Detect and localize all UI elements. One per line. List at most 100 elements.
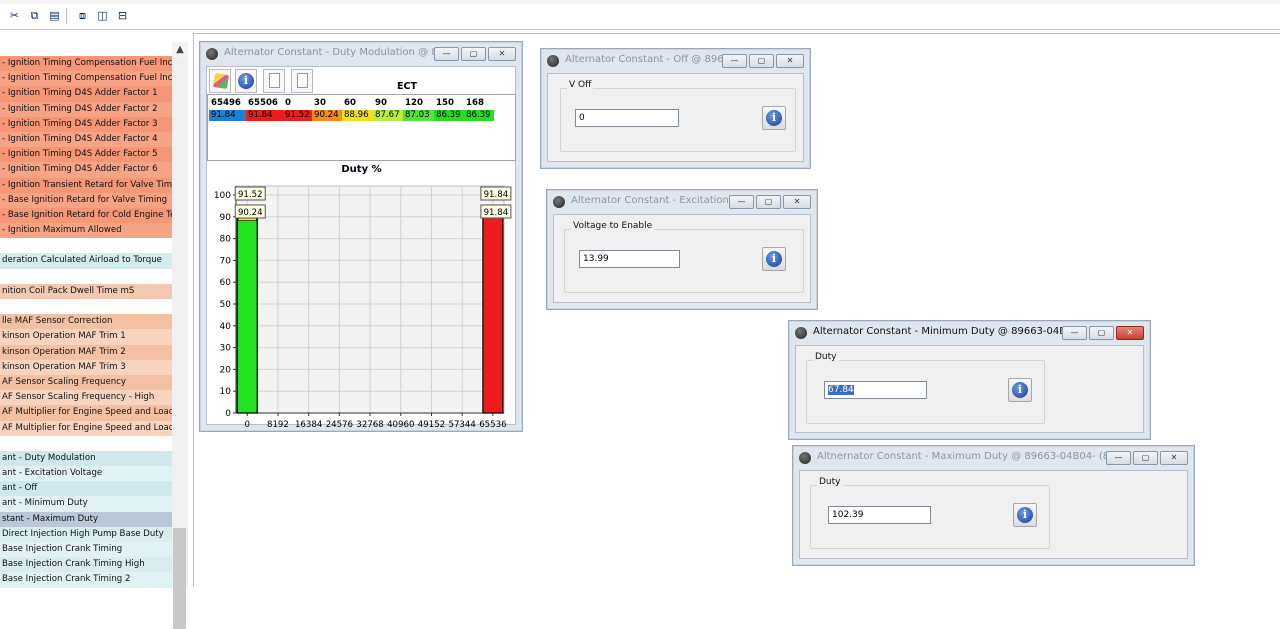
list-item[interactable]: nition Coil Pack Dwell Time mS: [0, 283, 172, 299]
list-item[interactable]: ant - Excitation Voltage: [0, 466, 172, 482]
info-button[interactable]: i: [1008, 378, 1032, 402]
main-toolbar: ✂ ⧉ ▤ ⧈ ◫ ⊟: [0, 0, 1280, 30]
window-duty-modulation[interactable]: Alternator Constant - Duty Modulation @ …: [199, 41, 523, 432]
list-item[interactable]: - Ignition Timing Compensation Fuel Incr…: [0, 71, 172, 87]
copy-page-button[interactable]: [263, 69, 285, 93]
minimize-button[interactable]: —: [729, 195, 754, 209]
table-header-cell: 65496: [211, 98, 241, 108]
toolbar-separator: [66, 8, 67, 24]
info-button[interactable]: i: [762, 247, 786, 271]
tile-vertical-icon[interactable]: ◫: [96, 9, 109, 22]
minimize-button[interactable]: —: [1062, 326, 1087, 340]
title-bar[interactable]: Alternator Constant - Duty Modulation @ …: [200, 42, 522, 66]
list-item[interactable]: deration Calculated Airload to Torque: [0, 253, 172, 269]
table-value-cell[interactable]: 90.24: [312, 110, 342, 121]
list-item[interactable]: Base Injection Crank Timing: [0, 542, 172, 558]
list-item[interactable]: - Base Ignition Retard for Cold Engine T…: [0, 207, 172, 224]
info-button[interactable]: i: [235, 69, 257, 93]
list-item[interactable]: kinson Operation MAF Trim 3: [0, 359, 172, 375]
window-off[interactable]: Alternator Constant - Off @ 896... — ▢ ✕…: [540, 48, 811, 169]
maximum-duty-field[interactable]: 102.39: [828, 506, 931, 524]
y-tick-label: 50: [220, 300, 232, 310]
paste-page-button[interactable]: [291, 69, 313, 93]
window-minimum-duty[interactable]: Alternator Constant - Minimum Duty @ 896…: [788, 320, 1151, 440]
table-value-cell[interactable]: 87.67: [373, 110, 403, 121]
list-item[interactable]: Base Injection Crank Timing 2: [0, 572, 172, 588]
table-value-cell[interactable]: 86.39: [434, 110, 464, 121]
list-item[interactable]: AF Multiplier for Engine Speed and Load: [0, 405, 172, 421]
window-controls: — ▢ ✕: [1106, 451, 1188, 465]
list-item[interactable]: Direct Injection High Pump Base Duty: [0, 526, 172, 542]
list-item[interactable]: - Base Ignition Retard for Valve Timing: [0, 192, 172, 208]
table-value-cell[interactable]: 91.84: [209, 110, 246, 121]
list-item[interactable]: AF Sensor Scaling Frequency: [0, 374, 172, 391]
list-item[interactable]: ant - Duty Modulation: [0, 450, 172, 467]
scroll-up-icon[interactable]: ▲: [172, 42, 188, 58]
voltage-to-enable-field[interactable]: 13.99: [579, 250, 680, 268]
window-maximum-duty[interactable]: Altnernator Constant - Maximum Duty @ 89…: [792, 445, 1195, 566]
copy-icon[interactable]: ⧉: [28, 9, 41, 22]
list-item[interactable]: - Ignition Timing D4S Adder Factor 1: [0, 86, 172, 102]
title-bar[interactable]: Altnernator Constant - Maximum Duty @ 89…: [793, 446, 1194, 470]
list-item[interactable]: - Ignition Timing D4S Adder Factor 4: [0, 131, 172, 148]
value-group: Duty 67.84 i: [806, 352, 1045, 424]
group-label: Voltage to Enable: [571, 221, 655, 231]
minimum-duty-field[interactable]: 67.84: [824, 381, 927, 399]
list-item[interactable]: kinson Operation MAF Trim 2: [0, 344, 172, 360]
edit-button[interactable]: [209, 69, 231, 93]
list-item[interactable]: - Ignition Timing D4S Adder Factor 2: [0, 101, 172, 117]
list-item[interactable]: - Ignition Timing D4S Adder Factor 3: [0, 116, 172, 132]
close-button[interactable]: ✕: [776, 54, 804, 68]
list-item[interactable]: - Ignition Transient Retard for Valve Ti…: [0, 177, 172, 193]
close-button[interactable]: ✕: [488, 47, 516, 61]
close-button[interactable]: ✕: [1160, 451, 1188, 465]
v-off-field[interactable]: 0: [575, 109, 679, 127]
x-tick-label: 49152: [418, 420, 445, 429]
list-item[interactable]: - Ignition Timing Compensation Fuel Incr…: [0, 56, 172, 72]
list-item[interactable]: kinson Operation MAF Trim 1: [0, 329, 172, 345]
maximize-button[interactable]: ▢: [1089, 326, 1114, 340]
paste-icon[interactable]: ▤: [48, 9, 61, 22]
list-item[interactable]: - Ignition Timing D4S Adder Factor 6: [0, 162, 172, 178]
y-tick-label: 40: [220, 322, 232, 332]
edit-pencil-icon: [213, 73, 229, 89]
maximize-button[interactable]: ▢: [461, 47, 486, 61]
list-item[interactable]: lle MAF Sensor Correction: [0, 314, 172, 330]
minimize-button[interactable]: —: [722, 54, 747, 68]
tile-horizontal-icon[interactable]: ⊟: [116, 9, 129, 22]
minimize-button[interactable]: —: [434, 47, 459, 61]
page-icon: [269, 73, 280, 88]
duty-chart: 0 10 20 30 40 50 60 70 80 90 100 0 8192 16384 24576 327…: [214, 185, 512, 429]
window-body: Duty 67.84 i: [795, 345, 1144, 433]
title-bar[interactable]: Alternator Constant - Excitation... — ▢ …: [547, 190, 817, 214]
table-value-cell[interactable]: 86.39: [464, 110, 494, 121]
list-item[interactable]: - Ignition Maximum Allowed: [0, 223, 172, 239]
maximize-button[interactable]: ▢: [756, 195, 781, 209]
cut-icon[interactable]: ✂: [8, 9, 21, 22]
table-value-cell[interactable]: 91.52: [283, 110, 312, 121]
list-item[interactable]: ant - Off: [0, 481, 172, 497]
scrollbar-thumb[interactable]: [173, 528, 186, 629]
list-item[interactable]: - Ignition Timing D4S Adder Factor 5: [0, 147, 172, 163]
list-item[interactable]: AF Sensor Scaling Frequency - High: [0, 390, 172, 406]
title-bar[interactable]: Alternator Constant - Off @ 896... — ▢ ✕: [541, 49, 810, 73]
maximize-button[interactable]: ▢: [749, 54, 774, 68]
info-button[interactable]: i: [1013, 503, 1037, 527]
maximize-button[interactable]: ▢: [1133, 451, 1158, 465]
scrollbar-track[interactable]: [172, 58, 188, 587]
close-button[interactable]: ✕: [783, 195, 811, 209]
minimize-button[interactable]: —: [1106, 451, 1131, 465]
close-button[interactable]: ✕: [1116, 326, 1144, 340]
y-tick-label: 10: [220, 387, 232, 397]
list-item[interactable]: ant - Minimum Duty: [0, 496, 172, 512]
list-item[interactable]: AF Multiplier for Engine Speed and Load …: [0, 420, 172, 436]
list-item[interactable]: stant - Maximum Duty: [0, 511, 172, 527]
list-item[interactable]: Base Injection Crank Timing High: [0, 557, 172, 573]
cascade-icon[interactable]: ⧈: [76, 9, 89, 22]
title-bar[interactable]: Alternator Constant - Minimum Duty @ 896…: [789, 321, 1150, 345]
window-excitation-voltage[interactable]: Alternator Constant - Excitation... — ▢ …: [546, 189, 818, 310]
table-value-cell[interactable]: 87.03: [403, 110, 434, 121]
info-button[interactable]: i: [762, 106, 786, 130]
table-value-cell[interactable]: 91.84: [246, 110, 283, 121]
table-value-cell[interactable]: 88.96: [342, 110, 373, 121]
